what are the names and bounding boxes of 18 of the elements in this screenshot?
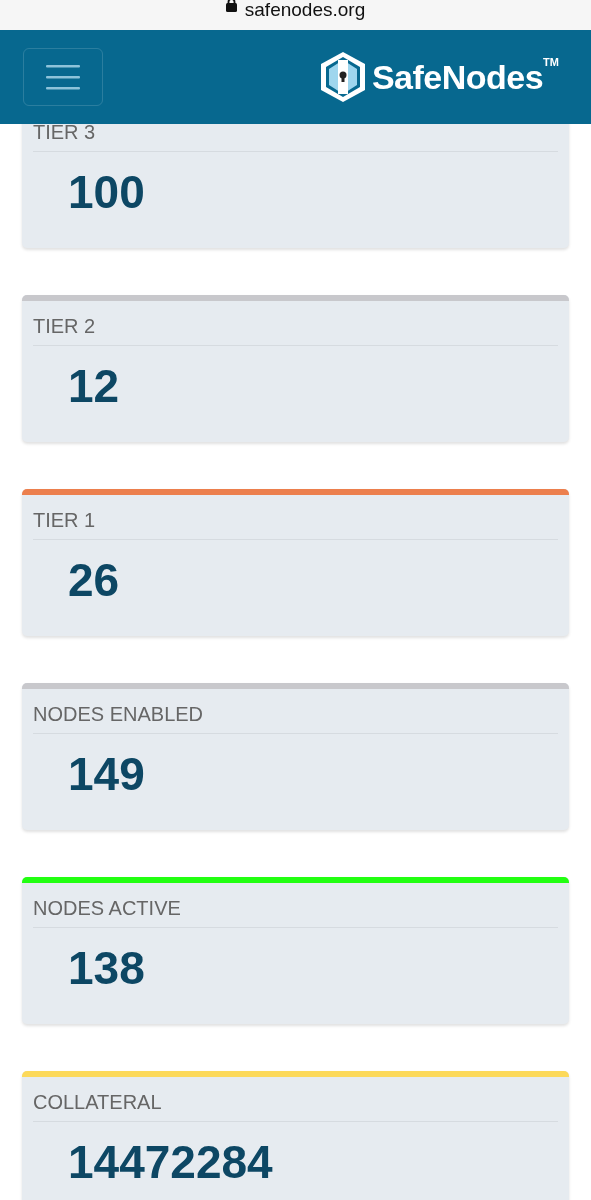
stat-value: 14472284 bbox=[67, 1135, 274, 1187]
stat-value: 26 bbox=[67, 553, 121, 605]
stat-label: TIER 1 bbox=[32, 508, 97, 532]
stat-label: TIER 2 bbox=[32, 314, 97, 338]
stat-label: NODES ACTIVE bbox=[32, 896, 182, 920]
menu-icon bbox=[45, 63, 81, 91]
stat-value: 138 bbox=[67, 941, 146, 993]
stat-label: NODES ENABLED bbox=[32, 702, 205, 726]
stat-value: 149 bbox=[67, 747, 146, 799]
stat-label: COLLATERAL bbox=[32, 1090, 163, 1114]
menu-button[interactable] bbox=[23, 48, 103, 106]
stat-label: TIER 3 bbox=[32, 124, 97, 144]
trademark-mark: TM bbox=[543, 56, 559, 68]
stat-value: 12 bbox=[67, 359, 121, 411]
brand-name[interactable]: SafeNodes bbox=[371, 57, 544, 97]
stat-value: 100 bbox=[67, 165, 146, 217]
page-url[interactable]: safenodes.org bbox=[244, 0, 366, 20]
lock-icon bbox=[225, 0, 237, 12]
